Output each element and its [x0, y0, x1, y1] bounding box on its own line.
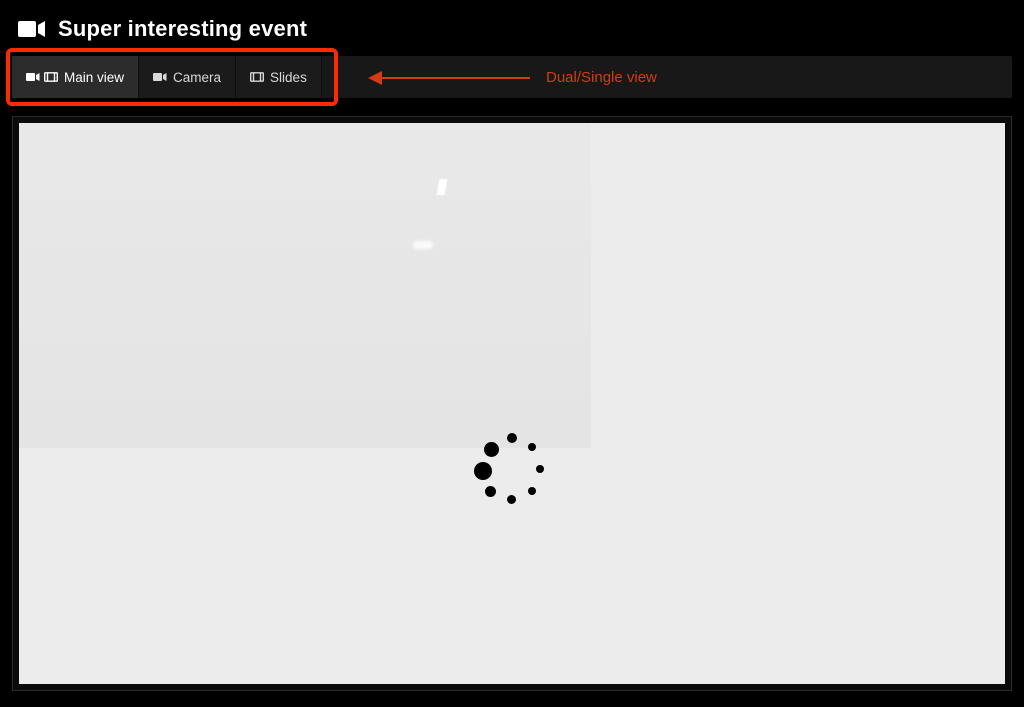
view-toolbar: Main view Camera	[12, 56, 1012, 98]
tab-camera[interactable]: Camera	[139, 56, 236, 98]
app-root: Super interesting event	[0, 0, 1024, 707]
video-player[interactable]	[19, 123, 1005, 684]
tab-label: Main view	[64, 70, 124, 85]
tab-slides[interactable]: Slides	[236, 56, 322, 98]
slideshow-icon	[250, 72, 264, 82]
player-preview-region	[19, 123, 591, 448]
highlight-glare	[413, 241, 433, 249]
video-camera-icon	[26, 72, 40, 82]
tab-label: Camera	[173, 70, 221, 85]
slideshow-icon	[44, 72, 58, 82]
tab-main-view[interactable]: Main view	[12, 56, 139, 98]
view-tabs: Main view Camera	[12, 56, 322, 98]
page-title: Super interesting event	[58, 16, 307, 42]
loading-spinner-icon	[472, 431, 552, 511]
video-camera-icon	[153, 72, 167, 82]
tab-label: Slides	[270, 70, 307, 85]
toolbar-container: Main view Camera	[0, 56, 1024, 98]
player-frame	[12, 116, 1012, 691]
video-camera-icon	[18, 19, 46, 39]
header: Super interesting event	[0, 0, 1024, 56]
